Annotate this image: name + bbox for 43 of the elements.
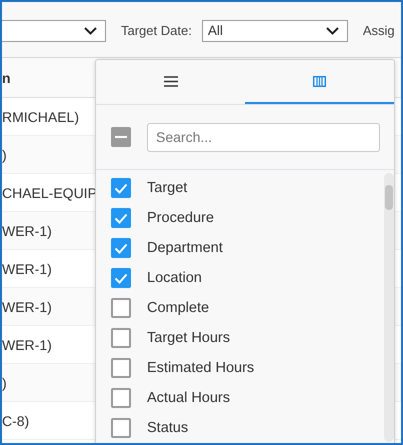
checkbox[interactable] <box>111 328 131 348</box>
checkbox[interactable] <box>111 208 131 228</box>
filter-label: Target Date: <box>121 23 192 38</box>
check-icon <box>114 212 128 224</box>
column-option-label[interactable]: Status <box>147 420 188 436</box>
table-cell: ) <box>2 374 7 390</box>
column-option-label[interactable]: Estimated Hours <box>147 360 254 376</box>
table-cell: ) <box>2 146 7 162</box>
checkbox[interactable] <box>111 358 131 378</box>
table-cell: WER-1) <box>2 298 52 314</box>
checkbox[interactable] <box>111 178 131 198</box>
chevron-down-icon <box>326 26 339 34</box>
table-cell: WER-1) <box>2 222 52 238</box>
checkbox[interactable] <box>111 418 131 438</box>
check-icon <box>114 182 128 194</box>
table-cell: CHAEL-EQUIP <box>2 184 97 200</box>
scrollbar[interactable] <box>384 173 394 442</box>
check-icon <box>114 242 128 254</box>
search-field[interactable]: Search... <box>147 122 380 152</box>
menu-icon <box>164 76 178 86</box>
filter-dropdown[interactable] <box>2 20 106 42</box>
table-cell: C-8) <box>2 412 30 428</box>
table-cell: RMICHAEL) <box>2 108 80 124</box>
checkbox[interactable] <box>111 388 131 408</box>
filter-label: Assig <box>362 23 395 38</box>
checkbox[interactable] <box>111 298 131 318</box>
chevron-down-icon <box>84 26 97 34</box>
column-option-label[interactable]: Complete <box>147 300 210 316</box>
column-option-label[interactable]: Department <box>147 240 223 256</box>
column-option-label[interactable]: Target <box>147 180 188 196</box>
checkbox[interactable] <box>111 268 131 288</box>
column-option-label[interactable]: Target Hours <box>147 330 230 346</box>
filter-dropdown[interactable]: All <box>202 20 348 42</box>
select-all-checkbox[interactable] <box>111 127 131 147</box>
table-cell: WER-1) <box>2 336 52 352</box>
checkbox[interactable] <box>111 238 131 258</box>
column-header[interactable]: n <box>2 70 11 86</box>
check-icon <box>114 272 128 284</box>
column-option-label[interactable]: Procedure <box>147 210 214 226</box>
column-option-label[interactable]: Location <box>147 270 202 286</box>
column-option-label[interactable]: Actual Hours <box>147 390 230 406</box>
table-cell: WER-1) <box>2 260 52 276</box>
columns-icon <box>313 76 326 86</box>
